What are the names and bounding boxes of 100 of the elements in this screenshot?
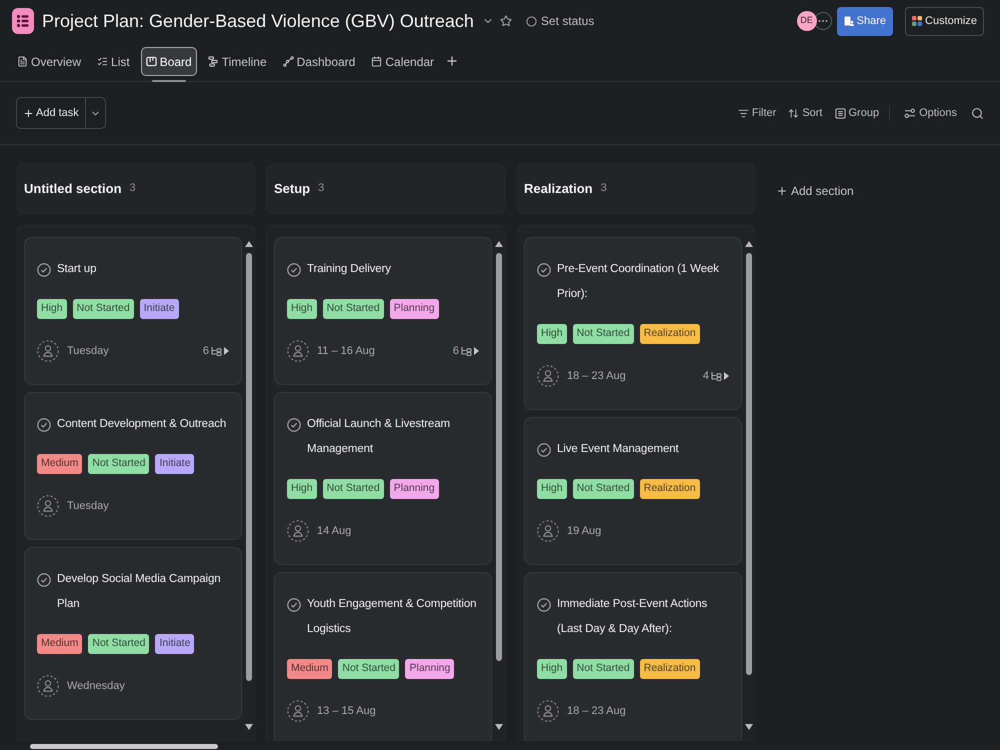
- task-title: Pre-Event Coordination (1 Week Prior):: [557, 262, 720, 302]
- toolbar-action[interactable]: Sort: [788, 104, 822, 122]
- caret-right-icon[interactable]: [724, 372, 729, 380]
- sort-icon: [788, 108, 800, 118]
- task-tag: Not Started: [88, 634, 150, 654]
- search-icon[interactable]: [971, 106, 984, 120]
- view-tab[interactable]: Timeline: [202, 47, 272, 76]
- unassigned-person-icon[interactable]: [287, 520, 309, 542]
- toolbar-action[interactable]: Filter: [738, 104, 776, 122]
- scrollbar-thumb[interactable]: [496, 253, 502, 661]
- caret-right-icon[interactable]: [474, 347, 479, 355]
- view-tab[interactable]: Calendar: [366, 47, 440, 76]
- view-tab[interactable]: List: [92, 47, 135, 76]
- section-title[interactable]: Setup: [274, 178, 310, 198]
- scrollbar-thumb[interactable]: [246, 253, 252, 681]
- set-status-button[interactable]: Set status: [526, 12, 594, 30]
- view-tab[interactable]: Overview: [12, 47, 86, 76]
- task-title: Start up: [57, 262, 96, 277]
- task-card[interactable]: Youth Engagement & Competition Logistics Medium Not Started Planning 13 – 15 Aug: [274, 572, 492, 741]
- task-tag: High: [537, 324, 567, 344]
- scroll-down-arrow-icon[interactable]: [745, 724, 753, 730]
- scroll-down-arrow-icon[interactable]: [245, 724, 253, 730]
- user-avatar[interactable]: DE: [796, 11, 817, 31]
- plus-icon: [23, 108, 34, 118]
- list-logo-icon: [12, 8, 34, 34]
- check-circle-icon[interactable]: [37, 572, 51, 586]
- due-date: Tuesday: [67, 344, 109, 359]
- customize-button[interactable]: Customize: [905, 6, 984, 36]
- view-tab[interactable]: Board: [140, 47, 197, 76]
- subtask-count: 6: [202, 344, 209, 359]
- check-circle-icon[interactable]: [37, 262, 51, 276]
- check-circle-icon[interactable]: [537, 598, 551, 612]
- unassigned-person-icon[interactable]: [537, 520, 559, 542]
- check-circle-icon[interactable]: [537, 442, 551, 456]
- task-tag: Not Started: [322, 479, 384, 499]
- due-date: Tuesday: [67, 498, 109, 514]
- unassigned-person-icon[interactable]: [537, 700, 559, 722]
- task-tag: Medium: [287, 659, 332, 679]
- unassigned-person-icon[interactable]: [37, 495, 59, 517]
- task-tag: High: [537, 479, 567, 499]
- status-circle-icon: [526, 16, 537, 26]
- task-tag: Planning: [405, 659, 454, 679]
- share-button[interactable]: Share: [836, 6, 894, 36]
- star-icon[interactable]: [500, 15, 512, 27]
- checklist-icon: [97, 56, 108, 67]
- scroll-up-arrow-icon[interactable]: [745, 241, 753, 247]
- task-card[interactable]: Start up High Not Started Initiate Tuesday 6: [24, 237, 242, 385]
- unassigned-person-icon[interactable]: [287, 340, 309, 362]
- subtasks-icon[interactable]: [211, 346, 222, 356]
- unassigned-person-icon[interactable]: [537, 365, 559, 387]
- check-circle-icon[interactable]: [537, 262, 551, 276]
- more-members-icon[interactable]: [814, 11, 832, 31]
- scroll-up-arrow-icon[interactable]: [245, 241, 253, 247]
- add-tab-icon[interactable]: [445, 54, 460, 68]
- task-title: Live Event Management: [557, 442, 679, 457]
- task-card[interactable]: Develop Social Media Campaign Plan Medium Not Started Initiate Wednesday: [24, 547, 242, 720]
- task-tag: Planning: [390, 479, 439, 499]
- due-date: Wednesday: [67, 678, 125, 694]
- task-title: Content Development & Outreach: [57, 417, 226, 432]
- task-tag: High: [537, 659, 567, 679]
- check-circle-icon[interactable]: [287, 418, 301, 432]
- check-circle-icon[interactable]: [287, 262, 301, 276]
- task-card[interactable]: Training Delivery High Not Started Planning 11 – 16 Aug 6: [274, 237, 492, 385]
- check-circle-icon[interactable]: [37, 418, 51, 432]
- section-count: 3: [130, 181, 136, 196]
- due-date: 19 Aug: [567, 524, 602, 539]
- subtasks-icon[interactable]: [711, 371, 722, 381]
- task-card[interactable]: Immediate Post-Event Actions (Last Day & Day After): High Not Started Realization 18 – 23 Aug: [524, 572, 742, 741]
- toolbar-action[interactable]: Group: [834, 104, 880, 122]
- task-card[interactable]: Official Launch & Livestream Management High Not Started Planning 14 Aug: [274, 392, 492, 565]
- scroll-up-arrow-icon[interactable]: [495, 241, 503, 247]
- view-tab[interactable]: Dashboard: [278, 47, 360, 76]
- task-tag: Not Started: [322, 299, 384, 319]
- calendar-icon: [371, 56, 382, 67]
- task-tag: Realization: [640, 479, 700, 499]
- toolbar-action[interactable]: Options: [904, 104, 957, 122]
- check-circle-icon[interactable]: [287, 598, 301, 612]
- add-section-button[interactable]: Add section: [776, 181, 854, 201]
- scrollbar-thumb[interactable]: [746, 253, 752, 675]
- unassigned-person-icon[interactable]: [37, 340, 59, 362]
- due-date: 14 Aug: [317, 524, 352, 539]
- caret-right-icon[interactable]: [224, 347, 229, 355]
- task-card[interactable]: Pre-Event Coordination (1 Week Prior): High Not Started Realization 18 – 23 Aug 4: [524, 237, 742, 410]
- horizontal-scrollbar-thumb[interactable]: [30, 744, 218, 749]
- colored-squares-icon: [912, 16, 922, 26]
- task-card[interactable]: Live Event Management High Not Started Realization 19 Aug: [524, 417, 742, 565]
- section-title[interactable]: Realization: [524, 178, 593, 198]
- document-icon: [17, 56, 28, 67]
- task-card[interactable]: Content Development & Outreach Medium Not Started Initiate Tuesday: [24, 392, 242, 540]
- unassigned-person-icon[interactable]: [37, 675, 59, 697]
- subtasks-icon[interactable]: [461, 346, 472, 356]
- scroll-down-arrow-icon[interactable]: [495, 724, 503, 730]
- section-title[interactable]: Untitled section: [24, 178, 122, 198]
- task-title: Training Delivery: [307, 262, 391, 277]
- add-task-button[interactable]: Add task: [16, 97, 106, 129]
- task-tag: Not Started: [338, 659, 400, 679]
- unassigned-person-icon[interactable]: [287, 700, 309, 722]
- task-tag: High: [287, 299, 317, 319]
- project-title: Project Plan: Gender-Based Violence (GBV) Outreach: [42, 10, 474, 33]
- task-tag: Initiate: [155, 454, 194, 474]
